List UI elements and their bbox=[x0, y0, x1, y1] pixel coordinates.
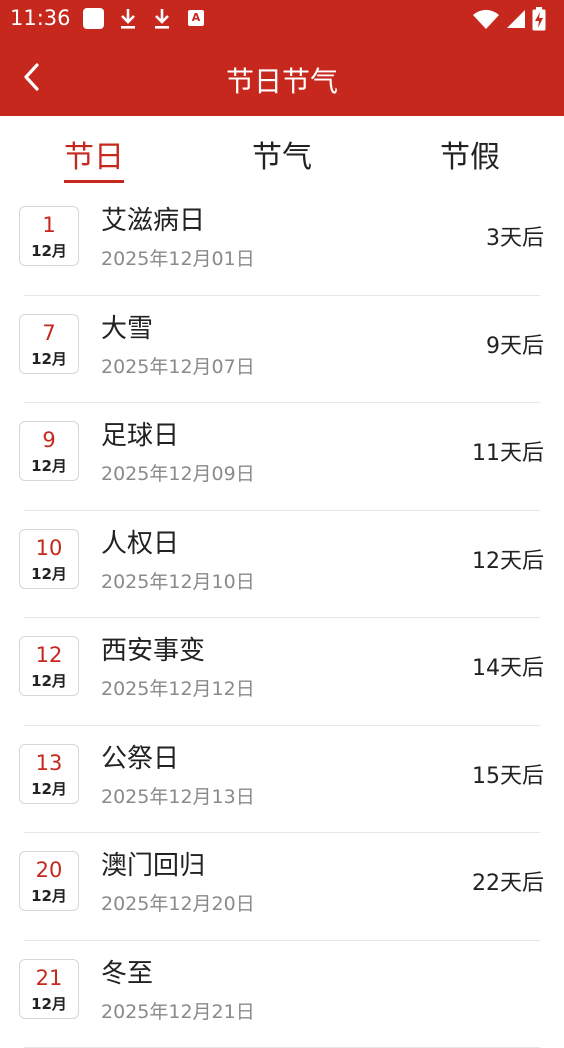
tab-holidays[interactable]: 节日 bbox=[34, 132, 154, 176]
date-badge: 21 12月 bbox=[19, 959, 79, 1019]
date-badge: 7 12月 bbox=[19, 314, 79, 374]
list-item[interactable]: 13 12月 公祭日 2025年12月13日 15天后 bbox=[0, 726, 564, 834]
holiday-name: 人权日 bbox=[101, 527, 179, 561]
list-item[interactable]: 20 12月 澳门回归 2025年12月20日 22天后 bbox=[0, 833, 564, 941]
date-month: 12月 bbox=[20, 456, 78, 476]
date-day: 10 bbox=[20, 535, 78, 561]
wifi-icon bbox=[472, 8, 500, 30]
list-item[interactable]: 10 12月 人权日 2025年12月10日 12天后 bbox=[0, 511, 564, 619]
tab-solar-terms[interactable]: 节气 bbox=[222, 132, 342, 176]
days-until: 14天后 bbox=[472, 654, 544, 684]
date-badge: 12 12月 bbox=[19, 636, 79, 696]
holiday-name: 公祭日 bbox=[101, 742, 179, 776]
active-tab-indicator bbox=[64, 180, 124, 183]
status-time: 11:36 bbox=[10, 6, 71, 30]
days-until: 9天后 bbox=[486, 332, 544, 362]
days-until: 15天后 bbox=[472, 762, 544, 792]
download-icon bbox=[118, 7, 138, 31]
date-month: 12月 bbox=[20, 779, 78, 799]
holiday-date: 2025年12月12日 bbox=[101, 676, 255, 702]
holiday-date: 2025年12月07日 bbox=[101, 354, 255, 380]
page-title: 节日节气 bbox=[0, 60, 564, 100]
tab-vacations[interactable]: 节假 bbox=[410, 132, 530, 176]
holiday-date: 2025年12月13日 bbox=[101, 784, 255, 810]
date-month: 12月 bbox=[20, 671, 78, 691]
holiday-name: 冬至 bbox=[101, 957, 153, 991]
list-item[interactable]: 9 12月 足球日 2025年12月09日 11天后 bbox=[0, 403, 564, 511]
date-day: 12 bbox=[20, 642, 78, 668]
tab-bar: 节日 节气 节假 bbox=[0, 116, 564, 188]
holiday-name: 足球日 bbox=[101, 419, 179, 453]
list-item[interactable]: 21 12月 冬至 2025年12月21日 bbox=[0, 941, 564, 1048]
holiday-name: 澳门回归 bbox=[101, 849, 205, 883]
app-toolbar: 节日节气 bbox=[0, 38, 564, 116]
download-icon bbox=[152, 7, 172, 31]
date-month: 12月 bbox=[20, 564, 78, 584]
date-month: 12月 bbox=[20, 241, 78, 261]
date-day: 20 bbox=[20, 857, 78, 883]
date-badge: 10 12月 bbox=[19, 529, 79, 589]
holiday-name: 艾滋病日 bbox=[101, 204, 205, 238]
date-month: 12月 bbox=[20, 886, 78, 906]
battery-charging-icon bbox=[532, 7, 546, 31]
holiday-name: 西安事变 bbox=[101, 634, 205, 668]
date-day: 1 bbox=[20, 212, 78, 238]
holiday-list: 1 12月 艾滋病日 2025年12月01日 3天后 7 12月 大雪 2025… bbox=[0, 188, 564, 1048]
date-day: 21 bbox=[20, 965, 78, 991]
date-day: 7 bbox=[20, 320, 78, 346]
date-badge: 13 12月 bbox=[19, 744, 79, 804]
app-notification-icon bbox=[83, 8, 104, 29]
days-until: 11天后 bbox=[472, 439, 544, 469]
days-until: 12天后 bbox=[472, 547, 544, 577]
date-badge: 1 12月 bbox=[19, 206, 79, 266]
holiday-date: 2025年12月21日 bbox=[101, 999, 255, 1025]
date-badge: 20 12月 bbox=[19, 851, 79, 911]
date-day: 13 bbox=[20, 750, 78, 776]
days-until: 22天后 bbox=[472, 869, 544, 899]
holiday-date: 2025年12月10日 bbox=[101, 569, 255, 595]
a-app-icon: A bbox=[188, 10, 204, 26]
list-item[interactable]: 1 12月 艾滋病日 2025年12月01日 3天后 bbox=[0, 188, 564, 296]
holiday-name: 大雪 bbox=[101, 312, 153, 346]
holiday-date: 2025年12月20日 bbox=[101, 891, 255, 917]
date-badge: 9 12月 bbox=[19, 421, 79, 481]
cellular-signal-icon bbox=[506, 9, 526, 29]
system-icons bbox=[472, 7, 556, 31]
list-item[interactable]: 7 12月 大雪 2025年12月07日 9天后 bbox=[0, 296, 564, 404]
list-item[interactable]: 12 12月 西安事变 2025年12月12日 14天后 bbox=[0, 618, 564, 726]
status-bar: 11:36 A bbox=[0, 0, 564, 38]
holiday-date: 2025年12月01日 bbox=[101, 246, 255, 272]
date-day: 9 bbox=[20, 427, 78, 453]
holiday-date: 2025年12月09日 bbox=[101, 461, 255, 487]
date-month: 12月 bbox=[20, 349, 78, 369]
days-until: 3天后 bbox=[486, 224, 544, 254]
